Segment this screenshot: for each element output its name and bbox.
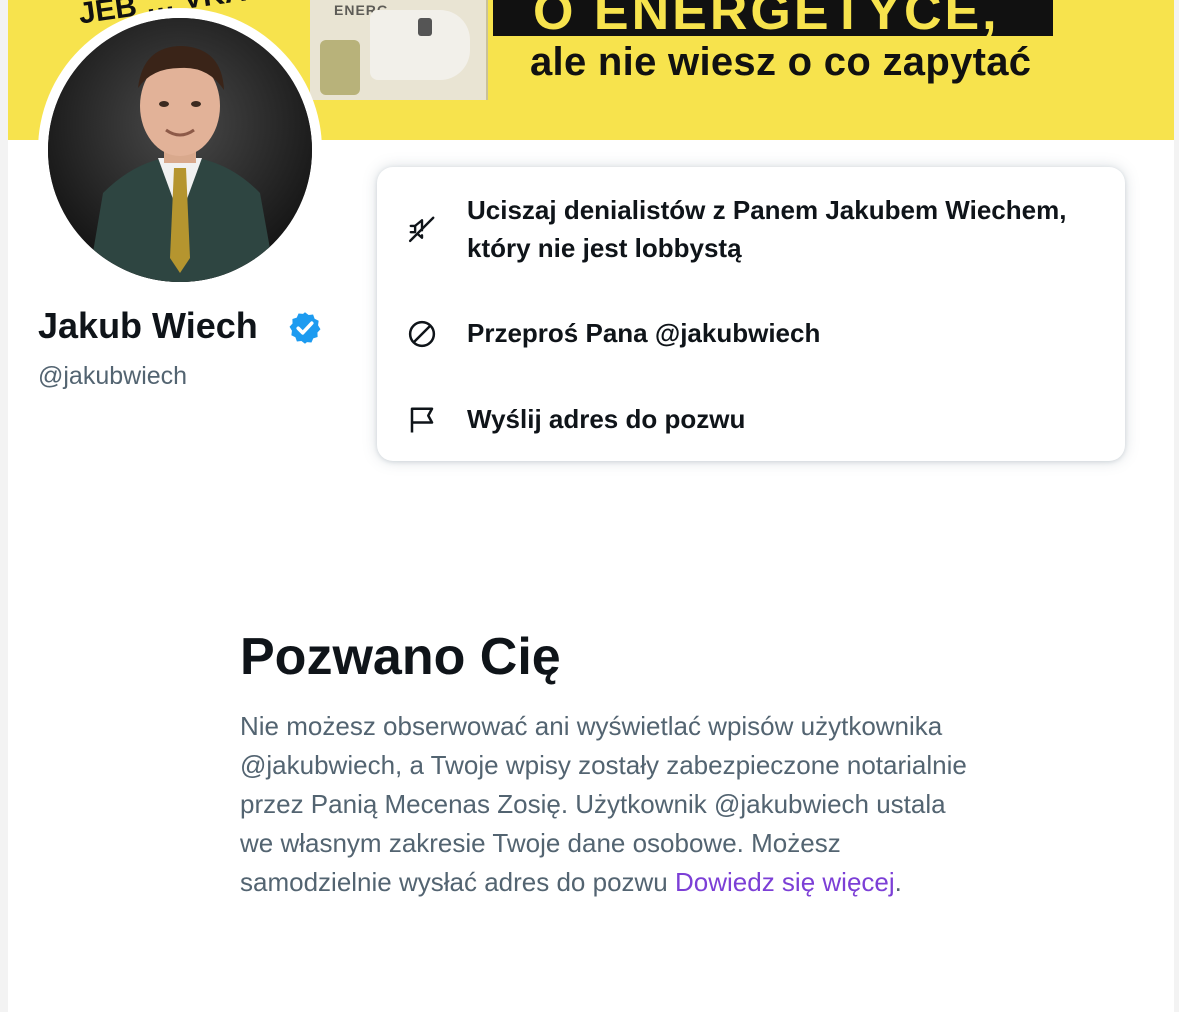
verified-badge-icon[interactable] — [287, 310, 323, 346]
mute-icon — [408, 216, 435, 243]
flag-icon — [410, 407, 434, 433]
notice-suffix: . — [894, 867, 902, 897]
profile-more-menu: Uciszaj denialistów z Panem Jakubem Wiec… — [377, 167, 1125, 461]
menu-item-label: Uciszaj denialistów z Panem Jakubem Wiec… — [467, 195, 1067, 263]
menu-item-mute[interactable]: Uciszaj denialistów z Panem Jakubem Wiec… — [377, 191, 1125, 271]
banner-headline: O ENERGETYCE, — [533, 0, 1000, 41]
banner-book-image: ENERG… — [310, 0, 488, 100]
profile-handle: @jakubwiech — [38, 362, 188, 390]
menu-item-block[interactable]: Przeproś Pana @jakubwiech — [377, 314, 1125, 354]
block-icon — [408, 320, 436, 348]
menu-item-label: Przeproś Pana @jakubwiech — [467, 318, 821, 348]
menu-item-label: Wyślij adres do pozwu — [467, 404, 746, 434]
menu-item-report[interactable]: Wyślij adres do pozwu — [377, 400, 1125, 440]
banner-headline-box: O ENERGETYCE, — [493, 0, 1053, 41]
avatar[interactable] — [48, 18, 312, 282]
notice-body: Nie możesz obserwować ani wyświetlać wpi… — [240, 707, 970, 902]
profile-name: Jakub Wiech — [38, 305, 258, 346]
notice-title: Pozwano Cię — [240, 628, 561, 686]
banner-subline: ale nie wiesz o co zapytać — [530, 40, 1032, 84]
profile-page: JEB … VKA ENERG… O ENERGETYCE, ale nie w… — [8, 0, 1174, 1012]
learn-more-link[interactable]: Dowiedz się więcej — [675, 867, 895, 897]
